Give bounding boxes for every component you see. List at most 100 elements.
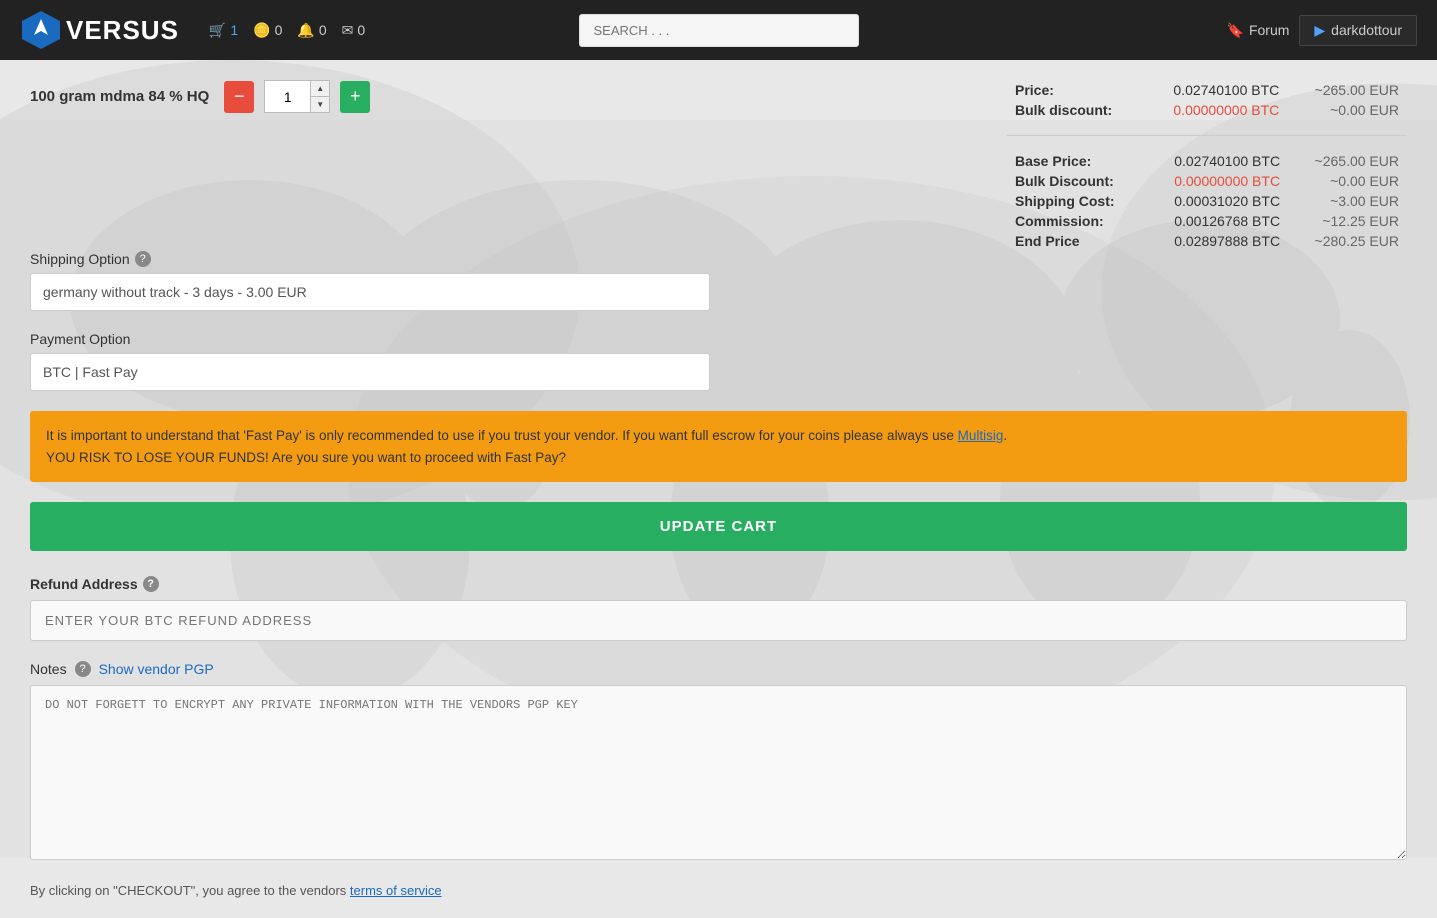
header-right: 🔖 Forum ▶ darkdottour xyxy=(1227,15,1418,46)
payment-label-text: Payment Option xyxy=(30,331,130,347)
logo[interactable]: VERSUS xyxy=(20,9,179,51)
notes-label: Notes ? Show vendor PGP xyxy=(30,661,1407,677)
play-icon: ▶ xyxy=(1314,22,1325,39)
bulk-discount-summary-eur: ~0.00 EUR xyxy=(1288,171,1407,191)
bulk-discount-btc: 0.00000000 BTC xyxy=(1142,100,1287,120)
forum-label: Forum xyxy=(1249,22,1289,38)
quantity-down-button[interactable]: ▼ xyxy=(311,97,329,112)
product-left: 100 gram mdma 84 % HQ − 1 ▲ ▼ + xyxy=(30,80,1007,133)
terms-row: By clicking on "CHECKOUT", you agree to … xyxy=(30,883,1407,898)
warning-text-3: YOU RISK TO LOSE YOUR FUNDS! Are you sur… xyxy=(46,450,566,465)
update-cart-button[interactable]: UPDATE CART xyxy=(30,502,1407,551)
cart-icon: 🛒 xyxy=(209,22,226,39)
coins-icon: 🪙 xyxy=(253,22,270,39)
commission-row: Commission: 0.00126768 BTC ~12.25 EUR xyxy=(1007,211,1407,231)
product-title: 100 gram mdma 84 % HQ xyxy=(30,88,209,105)
warning-text-2: . xyxy=(1003,428,1007,443)
coins-nav[interactable]: 🪙 0 xyxy=(253,22,282,39)
price-summary-top: Price: 0.02740100 BTC ~265.00 EUR Bulk d… xyxy=(1007,80,1407,120)
quantity-up-button[interactable]: ▲ xyxy=(311,81,329,96)
shipping-option-label: Shipping Option ? xyxy=(30,251,1407,267)
multisig-link[interactable]: Multisig xyxy=(958,428,1004,443)
bulk-discount-row: Bulk discount: 0.00000000 BTC ~0.00 EUR xyxy=(1007,100,1407,120)
bulk-discount-summary-row: Bulk Discount: 0.00000000 BTC ~0.00 EUR xyxy=(1007,171,1407,191)
refund-help-icon[interactable]: ? xyxy=(143,576,159,592)
end-price-row: End Price 0.02897888 BTC ~280.25 EUR xyxy=(1007,231,1407,251)
payment-select-wrapper: BTC | Fast Pay xyxy=(30,353,710,391)
end-price-label: End Price xyxy=(1007,231,1144,251)
show-pgp-link[interactable]: Show vendor PGP xyxy=(99,661,214,677)
end-price-btc: 0.02897888 BTC xyxy=(1144,231,1288,251)
shipping-cost-btc: 0.00031020 BTC xyxy=(1144,191,1288,211)
terms-link[interactable]: terms of service xyxy=(350,883,442,898)
price-section: Price: 0.02740100 BTC ~265.00 EUR Bulk d… xyxy=(1007,80,1407,251)
payment-option-label: Payment Option xyxy=(30,331,1407,347)
price-divider xyxy=(1007,135,1407,136)
quantity-input-group: 1 ▲ ▼ xyxy=(264,80,330,113)
product-row: 100 gram mdma 84 % HQ − 1 ▲ ▼ + xyxy=(30,80,1007,113)
base-price-label: Base Price: xyxy=(1007,151,1144,171)
header: VERSUS 🛒 1 🪙 0 🔔 0 ✉ 0 🔖 Forum ▶ darkdot… xyxy=(0,0,1437,60)
bulk-discount-summary-label: Bulk Discount: xyxy=(1007,171,1144,191)
bell-icon: 🔔 xyxy=(297,22,314,39)
bulk-discount-summary-btc: 0.00000000 BTC xyxy=(1144,171,1288,191)
cart-count: 1 xyxy=(230,22,238,38)
search-container xyxy=(579,14,859,47)
notifications-nav[interactable]: 🔔 0 xyxy=(297,22,326,39)
price-summary-bottom: Base Price: 0.02740100 BTC ~265.00 EUR B… xyxy=(1007,151,1407,251)
shipping-select-wrapper: germany without track - 3 days - 3.00 EU… xyxy=(30,273,710,311)
decrease-quantity-button[interactable]: − xyxy=(224,81,254,113)
shipping-cost-eur: ~3.00 EUR xyxy=(1288,191,1407,211)
notifications-count: 0 xyxy=(319,22,327,38)
shipping-cost-row: Shipping Cost: 0.00031020 BTC ~3.00 EUR xyxy=(1007,191,1407,211)
shipping-section: Shipping Option ? germany without track … xyxy=(30,251,1407,311)
payment-section: Payment Option BTC | Fast Pay xyxy=(30,331,1407,391)
notes-help-icon[interactable]: ? xyxy=(75,661,91,677)
warning-text-1: It is important to understand that 'Fast… xyxy=(46,428,958,443)
envelope-icon: ✉ xyxy=(342,22,354,39)
notes-section: Notes ? Show vendor PGP xyxy=(30,661,1407,863)
messages-count: 0 xyxy=(357,22,365,38)
messages-nav[interactable]: ✉ 0 xyxy=(342,22,366,39)
shipping-cost-label: Shipping Cost: xyxy=(1007,191,1144,211)
price-eur: ~265.00 EUR xyxy=(1287,80,1407,100)
base-price-eur: ~265.00 EUR xyxy=(1288,151,1407,171)
bulk-discount-eur: ~0.00 EUR xyxy=(1287,100,1407,120)
main-content: 100 gram mdma 84 % HQ − 1 ▲ ▼ + xyxy=(0,60,1437,918)
end-price-eur: ~280.25 EUR xyxy=(1288,231,1407,251)
base-price-btc: 0.02740100 BTC xyxy=(1144,151,1288,171)
notes-textarea[interactable] xyxy=(30,685,1407,860)
quantity-spinner: ▲ ▼ xyxy=(310,81,329,112)
commission-eur: ~12.25 EUR xyxy=(1288,211,1407,231)
forum-button[interactable]: 🔖 Forum xyxy=(1227,22,1290,39)
bookmark-icon: 🔖 xyxy=(1227,22,1244,39)
cart-nav[interactable]: 🛒 1 xyxy=(209,22,238,39)
increase-quantity-button[interactable]: + xyxy=(340,81,370,113)
commission-label: Commission: xyxy=(1007,211,1144,231)
warning-box: It is important to understand that 'Fast… xyxy=(30,411,1407,482)
payment-select[interactable]: BTC | Fast Pay xyxy=(30,353,710,391)
search-input[interactable] xyxy=(579,14,859,47)
commission-btc: 0.00126768 BTC xyxy=(1144,211,1288,231)
shipping-select[interactable]: germany without track - 3 days - 3.00 EU… xyxy=(30,273,710,311)
bulk-discount-label: Bulk discount: xyxy=(1007,100,1142,120)
shipping-help-icon[interactable]: ? xyxy=(135,251,151,267)
user-button[interactable]: ▶ darkdottour xyxy=(1299,15,1417,46)
base-price-row: Base Price: 0.02740100 BTC ~265.00 EUR xyxy=(1007,151,1407,171)
terms-text: By clicking on "CHECKOUT", you agree to … xyxy=(30,883,350,898)
refund-label-text: Refund Address xyxy=(30,576,138,592)
logo-text: VERSUS xyxy=(66,15,179,46)
quantity-input[interactable]: 1 xyxy=(265,81,310,112)
price-label: Price: xyxy=(1007,80,1142,100)
notes-label-text: Notes xyxy=(30,661,67,677)
price-row: Price: 0.02740100 BTC ~265.00 EUR xyxy=(1007,80,1407,100)
refund-section: Refund Address ? xyxy=(30,576,1407,641)
shipping-label-text: Shipping Option xyxy=(30,251,130,267)
price-btc: 0.02740100 BTC xyxy=(1142,80,1287,100)
refund-address-input[interactable] xyxy=(30,600,1407,641)
coins-count: 0 xyxy=(275,22,283,38)
refund-label: Refund Address ? xyxy=(30,576,1407,592)
username-label: darkdottour xyxy=(1331,22,1402,38)
content-wrapper: 100 gram mdma 84 % HQ − 1 ▲ ▼ + xyxy=(30,80,1407,898)
top-section: 100 gram mdma 84 % HQ − 1 ▲ ▼ + xyxy=(30,80,1407,251)
